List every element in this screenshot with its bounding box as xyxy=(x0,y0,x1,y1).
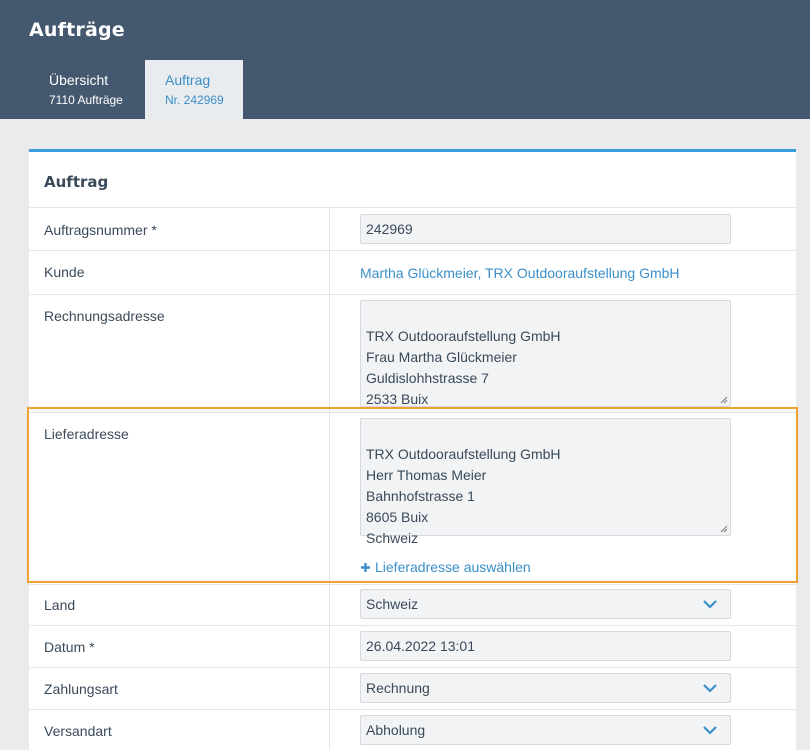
resize-handle-icon[interactable] xyxy=(720,396,728,404)
order-card: Auftrag Auftragsnummer * 242969 Kunde Ma… xyxy=(29,149,796,750)
divider xyxy=(29,207,796,208)
chevron-down-icon xyxy=(703,726,717,735)
billing-address-textarea[interactable]: TRX Outdooraufstellung GmbH Frau Martha … xyxy=(360,300,731,407)
delivery-address-textarea[interactable]: TRX Outdooraufstellung GmbH Herr Thomas … xyxy=(360,418,731,546)
payment-method-label: Zahlungsart xyxy=(44,681,118,697)
billing-address-label: Rechnungsadresse xyxy=(44,308,165,324)
select-delivery-address-button[interactable]: Lieferadresse auswählen xyxy=(360,559,531,575)
divider xyxy=(29,625,796,626)
tab-overview[interactable]: Übersicht 7110 Aufträge xyxy=(29,60,145,119)
delivery-address-text: TRX Outdooraufstellung GmbH Herr Thomas … xyxy=(366,446,561,546)
customer-link[interactable]: Martha Glückmeier, TRX Outdooraufstellun… xyxy=(360,265,680,281)
payment-method-value: Rechnung xyxy=(366,680,430,696)
resize-handle-icon[interactable] xyxy=(720,525,728,533)
divider xyxy=(29,584,796,585)
card-title: Auftrag xyxy=(44,173,109,191)
select-delivery-address-label: Lieferadresse auswählen xyxy=(375,559,531,575)
order-number-label: Auftragsnummer * xyxy=(44,222,157,238)
order-number-field[interactable]: 242969 xyxy=(360,214,731,244)
country-value: Schweiz xyxy=(366,596,419,612)
country-select[interactable]: Schweiz xyxy=(360,589,731,619)
date-field[interactable]: 26.04.2022 13:01 xyxy=(360,631,731,661)
divider xyxy=(29,294,796,295)
app-header: Aufträge Übersicht 7110 Aufträge Auftrag… xyxy=(0,0,810,119)
billing-address-text: TRX Outdooraufstellung GmbH Frau Martha … xyxy=(366,328,561,407)
shipping-method-value: Abholung xyxy=(366,722,426,738)
country-label: Land xyxy=(44,597,76,613)
column-divider xyxy=(329,208,330,750)
chevron-down-icon xyxy=(703,600,717,609)
divider xyxy=(29,709,796,710)
shipping-method-select[interactable]: Abholung xyxy=(360,715,731,745)
plus-icon xyxy=(361,562,370,572)
tab-order[interactable]: Auftrag Nr. 242969 xyxy=(145,60,243,119)
tab-overview-count: 7110 Aufträge xyxy=(49,93,123,107)
shipping-method-label: Versandart xyxy=(44,723,112,739)
tab-order-number: Nr. 242969 xyxy=(165,93,224,107)
page-title: Aufträge xyxy=(29,19,125,41)
date-label: Datum * xyxy=(44,639,95,655)
divider xyxy=(29,667,796,668)
tab-overview-label: Übersicht xyxy=(49,72,109,88)
divider xyxy=(29,412,796,413)
delivery-address-label: Lieferadresse xyxy=(44,426,129,442)
tab-order-label: Auftrag xyxy=(165,72,211,88)
divider xyxy=(29,250,796,251)
payment-method-select[interactable]: Rechnung xyxy=(360,673,731,703)
chevron-down-icon xyxy=(703,684,717,693)
customer-label: Kunde xyxy=(44,264,85,280)
